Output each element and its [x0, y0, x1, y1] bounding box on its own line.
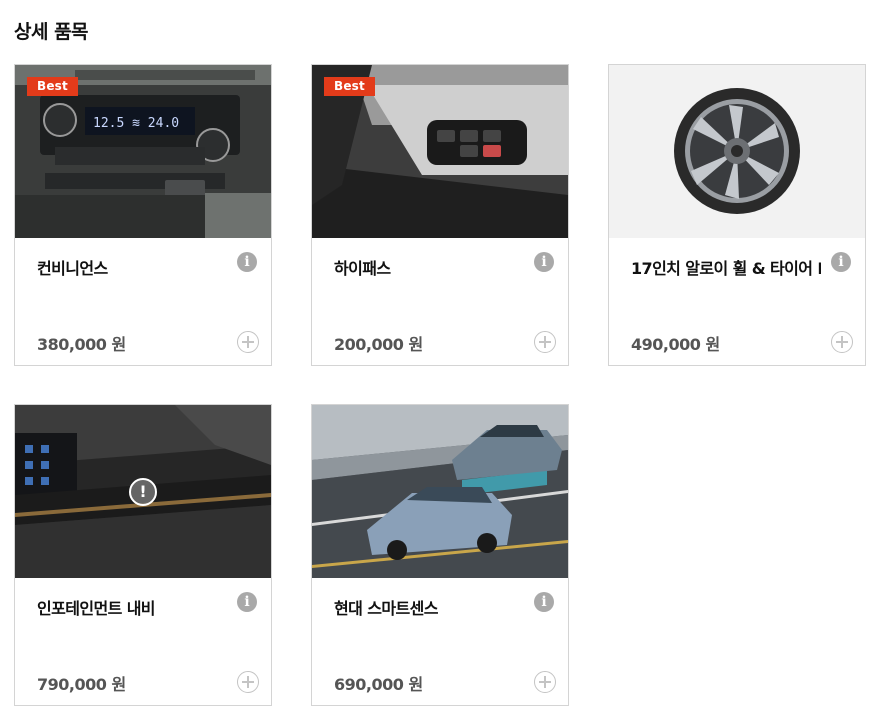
add-option-button[interactable] — [534, 671, 556, 693]
option-price: 790,000 원 — [37, 675, 126, 694]
option-card-smartsense[interactable]: 현대 스마트센스 i 690,000 원 — [311, 404, 569, 706]
card-image: ! — [15, 405, 271, 578]
info-icon[interactable]: i — [237, 252, 257, 272]
add-option-button[interactable] — [237, 671, 259, 693]
option-card-infotainment-navi[interactable]: ! 인포테인먼트 내비 i 790,000 원 — [14, 404, 272, 706]
info-icon[interactable]: i — [534, 592, 554, 612]
option-name: 하이패스 — [334, 259, 391, 278]
option-card-convenience[interactable]: 12.5 ≋ 24.0 Best 컨비니언스 i 380,000 원 — [14, 64, 272, 366]
add-option-button[interactable] — [237, 331, 259, 353]
card-image: Best — [312, 65, 568, 238]
exclamation-circle-icon: ! — [129, 478, 157, 506]
option-price: 490,000 원 — [631, 335, 720, 354]
alloy-wheel-image — [609, 65, 865, 238]
card-image — [609, 65, 865, 238]
add-option-button[interactable] — [534, 331, 556, 353]
option-name: 17인치 알로이 휠 & 타이어 I — [631, 259, 821, 278]
info-icon[interactable]: i — [831, 252, 851, 272]
option-card-alloy-wheel[interactable]: 17인치 알로이 휠 & 타이어 I i 490,000 원 — [608, 64, 866, 366]
add-option-button[interactable] — [831, 331, 853, 353]
option-card-hipass[interactable]: Best 하이패스 i 200,000 원 — [311, 64, 569, 366]
info-icon[interactable]: i — [534, 252, 554, 272]
option-price: 200,000 원 — [334, 335, 423, 354]
info-icon[interactable]: i — [237, 592, 257, 612]
option-name: 인포테인먼트 내비 — [37, 599, 156, 618]
option-name: 현대 스마트센스 — [334, 599, 438, 618]
section-title: 상세 품목 — [14, 21, 89, 43]
card-image: 12.5 ≋ 24.0 Best — [15, 65, 271, 238]
option-name: 컨비니언스 — [37, 259, 108, 278]
smartsense-cars-image — [312, 405, 568, 578]
option-price: 380,000 원 — [37, 335, 126, 354]
option-price: 690,000 원 — [334, 675, 423, 694]
best-badge: Best — [27, 77, 78, 96]
card-image — [312, 405, 568, 578]
best-badge: Best — [324, 77, 375, 96]
svg-text:12.5 ≋ 24.0: 12.5 ≋ 24.0 — [93, 116, 179, 131]
